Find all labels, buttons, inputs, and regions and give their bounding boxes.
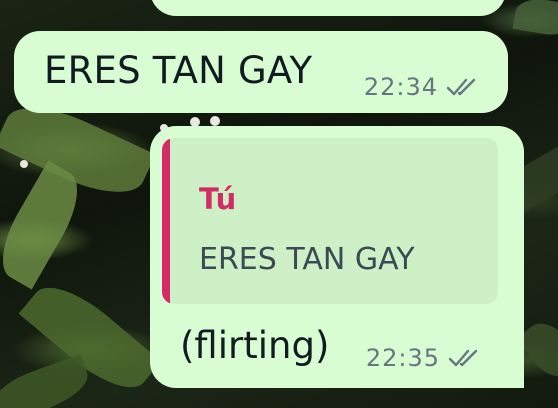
quote-author: Tú — [199, 182, 237, 216]
message-meta: 22:35 — [366, 344, 480, 372]
previous-message-bubble[interactable] — [150, 0, 506, 16]
wallpaper-leaf — [0, 354, 94, 408]
double-check-icon — [446, 78, 476, 96]
quote-accent-bar — [162, 138, 170, 304]
wallpaper-flower — [20, 160, 28, 168]
outgoing-message-bubble[interactable]: ERES TAN GAY 22:34 — [14, 31, 508, 113]
message-time: 22:34 — [363, 73, 438, 101]
message-time: 22:35 — [365, 344, 440, 372]
double-check-icon — [448, 349, 478, 367]
wallpaper-leaf — [512, 0, 558, 39]
outgoing-reply-bubble[interactable]: Tú ERES TAN GAY (flirting) 22:35 — [150, 126, 524, 388]
quoted-message[interactable]: Tú ERES TAN GAY — [162, 138, 498, 304]
message-text: (flirting) — [180, 324, 330, 367]
wallpaper-flower — [210, 116, 220, 126]
quote-text: ERES TAN GAY — [199, 242, 415, 277]
message-text: ERES TAN GAY — [44, 49, 313, 92]
message-meta: 22:34 — [364, 73, 478, 101]
